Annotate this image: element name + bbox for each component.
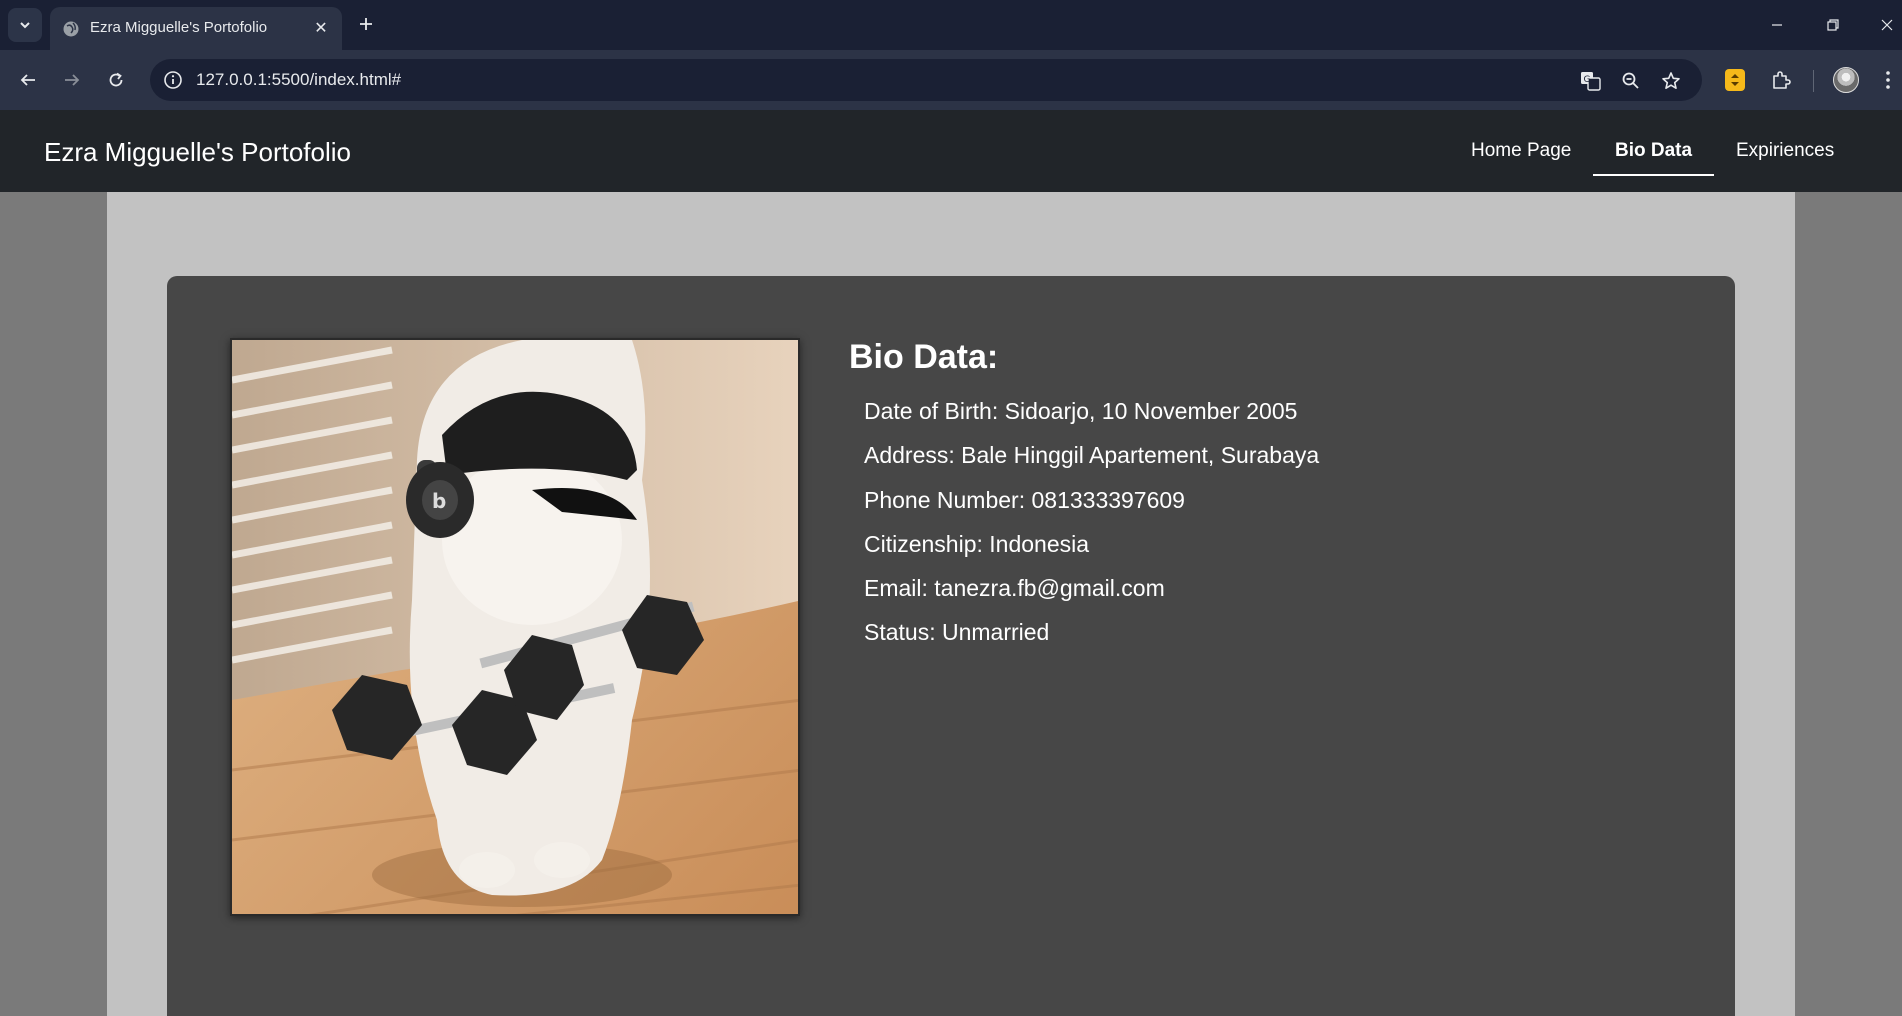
close-icon[interactable]: ✕ — [310, 17, 332, 39]
tab-search-button[interactable] — [8, 8, 42, 42]
puzzle-icon[interactable] — [1765, 64, 1797, 96]
bio-title: Bio Data: — [849, 338, 999, 376]
bio-email: Email: tanezra.fb@gmail.com — [864, 575, 1165, 602]
nav-bio-data[interactable]: Bio Data — [1615, 140, 1692, 162]
bio-card: b Bio Data: Date of Birth: Sidoarjo, 10 … — [167, 276, 1735, 1016]
profile-photo: b — [230, 338, 800, 916]
plus-icon — [360, 18, 372, 30]
bio-citizenship: Citizenship: Indonesia — [864, 530, 1090, 557]
info-icon[interactable] — [162, 69, 184, 91]
zoom-icon[interactable] — [1618, 68, 1644, 94]
svg-text:b: b — [432, 489, 446, 513]
reload-button[interactable] — [100, 64, 132, 96]
chevron-down-icon — [20, 22, 30, 29]
bio-status: Status: Unmarried — [864, 619, 1050, 646]
new-tab-button[interactable] — [352, 10, 380, 38]
star-icon[interactable] — [1658, 68, 1684, 94]
translate-icon[interactable]: G — [1578, 68, 1604, 94]
avatar — [1833, 67, 1859, 93]
minimize-icon — [1772, 24, 1782, 26]
browser-tab[interactable]: Ezra Migguelle's Portofolio ✕ — [50, 7, 342, 50]
url-text[interactable]: 127.0.0.1:5500/index.html# — [196, 70, 401, 90]
toolbar-separator — [1813, 70, 1814, 92]
back-icon — [20, 74, 35, 86]
browser-tabstrip: Ezra Migguelle's Portofolio ✕ — [0, 0, 1902, 50]
window-close-button[interactable] — [1864, 0, 1902, 50]
forward-icon — [65, 74, 80, 86]
restore-icon — [1827, 19, 1839, 31]
extension-icon[interactable] — [1719, 64, 1751, 96]
address-bar[interactable]: 127.0.0.1:5500/index.html# G — [150, 59, 1702, 101]
bio-date-of-birth: Date of Birth: Sidoarjo, 10 November 200… — [864, 398, 1298, 424]
more-icon[interactable] — [1876, 64, 1900, 96]
web-page: Ezra Migguelle's Portofolio Home Page Bi… — [0, 110, 1902, 1016]
bio-phone-number: Phone Number: 081333397609 — [864, 486, 1185, 513]
back-button[interactable] — [12, 64, 44, 96]
bio-address: Address: Bale Hinggil Apartement, Suraba… — [864, 442, 1320, 469]
restore-button[interactable] — [1810, 0, 1856, 50]
forward-button[interactable] — [56, 64, 88, 96]
cat-with-dumbbells-photo: b — [232, 340, 798, 914]
profile-button[interactable] — [1830, 64, 1862, 96]
site-brand[interactable]: Ezra Migguelle's Portofolio — [44, 137, 351, 168]
browser-toolbar: 127.0.0.1:5500/index.html# G — [0, 50, 1902, 110]
reload-icon — [109, 72, 123, 87]
nav-expiriences[interactable]: Expiriences — [1736, 140, 1834, 162]
svg-text:G: G — [1584, 75, 1591, 85]
active-nav-underline — [1593, 174, 1714, 176]
content-container: b Bio Data: Date of Birth: Sidoarjo, 10 … — [107, 192, 1795, 1016]
tab-title: Ezra Migguelle's Portofolio — [90, 19, 268, 36]
window-close-icon — [1881, 19, 1893, 31]
bio-list: Date of Birth: Sidoarjo, 10 November 200… — [864, 398, 1319, 664]
globe-icon — [63, 21, 79, 37]
nav-home-page[interactable]: Home Page — [1471, 140, 1571, 162]
site-navbar: Ezra Migguelle's Portofolio Home Page Bi… — [0, 110, 1902, 192]
minimize-button[interactable] — [1754, 0, 1800, 50]
